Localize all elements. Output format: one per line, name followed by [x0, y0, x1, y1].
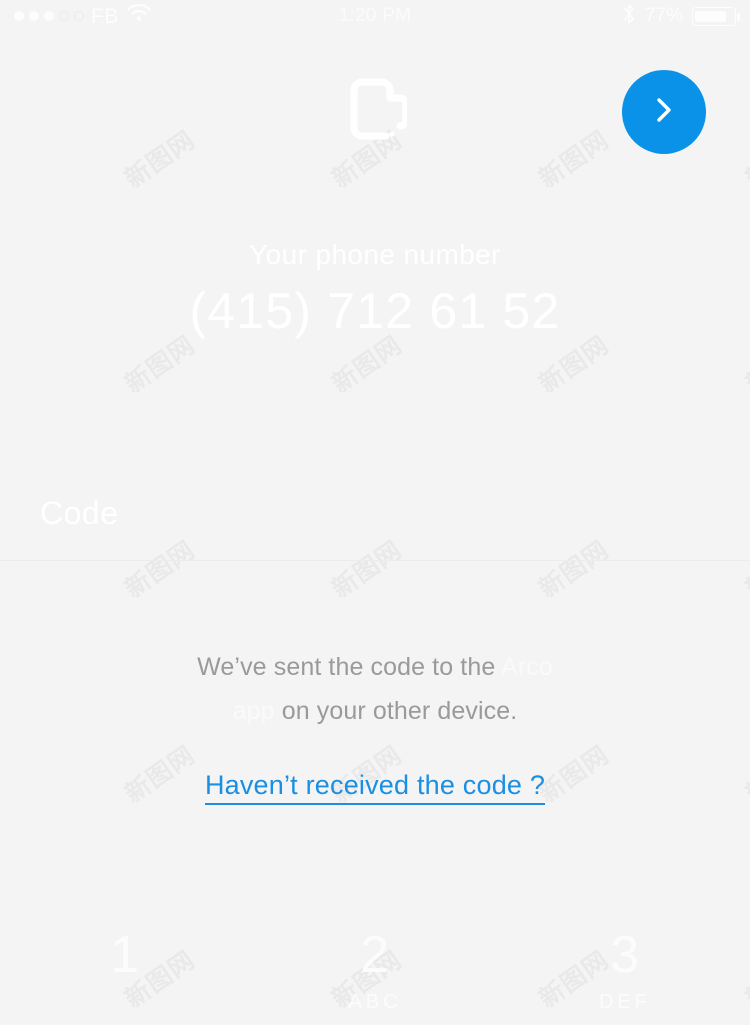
battery-fill: [695, 10, 726, 22]
phone-number-value[interactable]: (415) 712 61 52: [0, 283, 750, 339]
signal-dot: [74, 11, 84, 21]
code-sent-message-prefix: We’ve sent the code to the: [197, 653, 501, 681]
phone-number-block: Your phone number (415) 712 61 52: [0, 239, 750, 339]
signal-dot: [59, 11, 69, 21]
keypad-key-digit: 1: [110, 926, 140, 984]
next-button[interactable]: [622, 70, 706, 154]
resend-code-link[interactable]: Haven’t received the code ?: [0, 770, 750, 805]
watermark-text: 新图网: [324, 531, 409, 605]
wifi-icon: [126, 3, 152, 28]
signal-dot: [29, 11, 39, 21]
status-bar-center: 1:20 PM: [339, 5, 412, 27]
phone-number-label: Your phone number: [249, 239, 501, 270]
code-input[interactable]: Code: [40, 495, 119, 532]
bluetooth-icon: [622, 3, 636, 30]
resend-code-link-label: Haven’t received the code ?: [204, 770, 546, 805]
watermark-text: 新图网: [117, 121, 202, 195]
numeric-keypad: 1 2 ABC 3 DEF: [0, 915, 750, 1025]
watermark-text: 新图网: [531, 121, 616, 195]
watermark-text: 新图网: [738, 121, 750, 195]
phone-verification-screen: 新图网新图网新图网新图网新图网新图网新图网新图网新图网新图网新图网新图网新图网新…: [0, 0, 750, 1025]
watermark-text: 新图网: [738, 531, 750, 605]
code-sent-message: We’ve sent the code to the Arco app on y…: [0, 645, 750, 733]
field-divider: [0, 560, 750, 561]
code-input-placeholder: Code: [40, 495, 119, 531]
keypad-key-1[interactable]: 1: [0, 915, 250, 1025]
signal-strength-icon: [14, 11, 84, 21]
chevron-right-icon: [654, 94, 674, 131]
code-sent-message-suffix: on your other device.: [274, 697, 518, 725]
signal-dot: [44, 11, 54, 21]
battery-percent-label: 77%: [644, 5, 684, 26]
battery-icon: [692, 6, 741, 26]
carrier-label: FB: [91, 4, 119, 28]
keypad-key-letters: DEF: [599, 991, 651, 1013]
keypad-key-3[interactable]: 3 DEF: [500, 915, 750, 1025]
signal-dot: [14, 11, 24, 21]
status-bar-right: 77%: [411, 3, 741, 30]
keypad-key-digit: 2: [360, 926, 390, 984]
watermark-text: 新图网: [117, 531, 202, 605]
keypad-key-letters: ABC: [348, 991, 402, 1013]
keypad-key-2[interactable]: 2 ABC: [250, 915, 500, 1025]
clock-label: 1:20 PM: [338, 5, 412, 26]
status-bar: FB 1:20 PM 77%: [0, 0, 750, 32]
app-logo-icon: [347, 78, 410, 151]
status-bar-left: FB: [14, 3, 339, 28]
watermark-text: 新图网: [531, 531, 616, 605]
keypad-key-digit: 3: [610, 926, 640, 984]
